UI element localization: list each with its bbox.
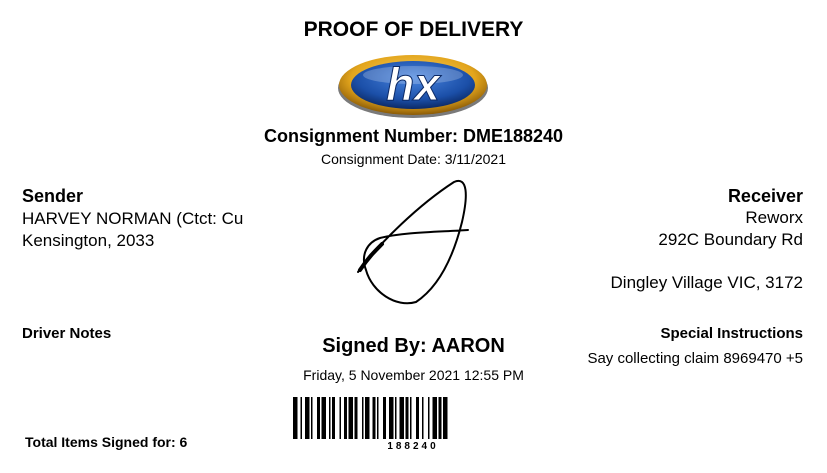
barcode-bar (311, 397, 313, 439)
barcode-bar (332, 397, 335, 439)
sender-line-1: HARVEY NORMAN (Ctct: Cu (22, 209, 244, 228)
barcode-bar (438, 397, 442, 439)
consignment-date: Consignment Date: 3/11/2021 (321, 151, 506, 167)
signature-image (357, 179, 469, 305)
consignment-number: Consignment Number: DME188240 (263, 126, 564, 146)
barcode-bar (428, 397, 430, 439)
signed-by: Signed By: AARON (322, 335, 505, 357)
barcode-bar (339, 397, 341, 439)
barcode-bar (372, 397, 376, 439)
signed-date: Friday, 5 November 2021 12:55 PM (303, 367, 524, 383)
barcode-bar (344, 397, 347, 439)
barcode-bar (422, 397, 424, 439)
receiver-line-3: Dingley Village VIC, 3172 (610, 273, 803, 292)
barcode-bar (362, 397, 364, 439)
barcode-bar (305, 397, 310, 439)
barcode-bar (377, 397, 379, 439)
barcode-bar (416, 397, 419, 439)
barcode-bar (443, 397, 448, 439)
barcode-bar (365, 397, 370, 439)
barcode-bar (329, 397, 331, 439)
barcode-bar (432, 397, 437, 439)
barcode-bar (395, 397, 397, 439)
barcode-bar (399, 397, 404, 439)
barcode-bar (293, 397, 298, 439)
barcode-bar (354, 397, 358, 439)
barcode-bar (300, 397, 302, 439)
page-title: PROOF OF DELIVERY (303, 18, 524, 41)
barcode-bar (383, 397, 386, 439)
barcode-number: 188240 (387, 441, 439, 452)
sender-line-2: Kensington, 2033 (22, 231, 155, 250)
barcode-bar (389, 397, 394, 439)
barcode (293, 397, 448, 439)
barcode-bar (348, 397, 353, 439)
barcode-bar (405, 397, 409, 439)
sender-address: HARVEY NORMAN (Ctct: Cu Kensington, 2033 (22, 208, 274, 252)
sender-heading: Sender (22, 186, 84, 206)
receiver-heading: Receiver (727, 186, 803, 206)
total-items-signed: Total Items Signed for: 6 (25, 434, 188, 450)
barcode-bar (317, 397, 320, 439)
barcode-bar (410, 397, 412, 439)
logo-text: hx (386, 58, 442, 110)
receiver-line-1: Reworx (745, 208, 803, 227)
barcode-bar (321, 397, 326, 439)
hx-logo: hx (338, 55, 488, 118)
receiver-line-2: 292C Boundary Rd (658, 230, 803, 249)
